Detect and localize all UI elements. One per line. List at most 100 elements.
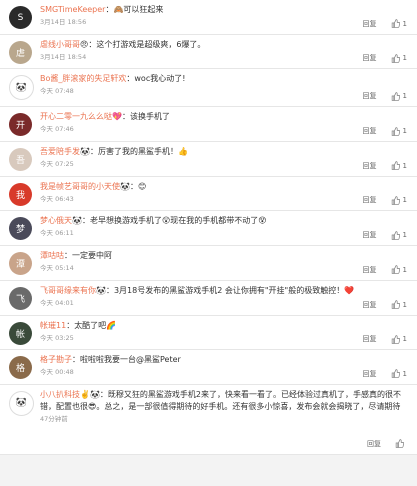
avatar[interactable]: 帐 — [9, 321, 32, 345]
avatar[interactable]: 吾 — [9, 148, 32, 172]
comment-line: 飞哥哥缘来有你🐼：3月18号发布的黑鲨游戏手机2 会让你拥有"开挂"般的极致触控… — [40, 285, 409, 297]
user-name-link[interactable]: 飞哥哥缘来有你 — [40, 286, 96, 295]
user-name-link[interactable]: 潭咕咕 — [40, 251, 64, 260]
like-count: 1 — [402, 92, 407, 101]
avatar[interactable]: 🐼 — [9, 390, 34, 416]
badge-emoji: ✌️🐼 — [80, 389, 100, 399]
comment-item: 🐼 小八扒科技✌️🐼：既穆又狂的黑鲨游戏手机2来了，快来看一看了。已经体验过真机了… — [0, 384, 417, 455]
like-button[interactable]: 1 — [391, 300, 407, 309]
like-button[interactable]: 1 — [391, 92, 407, 101]
comment-line: 梦心俄天🐼：老早想换游戏手机了😲现在我的手机都带不动了😵 — [40, 215, 409, 227]
avatar[interactable]: 虐 — [9, 40, 32, 64]
avatar[interactable]: 开 — [9, 113, 32, 137]
comment-item: 🐼 Bo酱_胖滚家的失足轩欢：woc我心动了! 今天 07:48 回复 1 — [0, 69, 417, 108]
reply-button[interactable]: 回复 — [363, 195, 377, 205]
like-count: 1 — [402, 300, 407, 309]
like-button[interactable]: 1 — [391, 54, 407, 63]
like-button[interactable]: 1 — [391, 161, 407, 171]
like-button[interactable]: 1 — [391, 265, 407, 275]
separator: ： — [64, 251, 72, 261]
user-name-link[interactable]: Bo酱_胖滚家的失足轩欢 — [40, 74, 126, 83]
reply-button[interactable]: 回复 — [363, 369, 377, 379]
like-count: 1 — [402, 54, 407, 63]
like-count: 1 — [402, 196, 407, 205]
thumbs-up-icon — [391, 196, 400, 205]
comment-line: SMGTimeKeeper：🙈可以狂起来 — [40, 4, 409, 16]
avatar[interactable]: 飞 — [9, 286, 32, 310]
like-button[interactable]: 1 — [391, 126, 407, 136]
reply-button[interactable]: 回复 — [363, 334, 377, 344]
like-button[interactable]: 1 — [391, 334, 407, 344]
comment-text: 太酷了吧🌈 — [74, 320, 117, 330]
comment-item: 吾吾爱陪手发🐼：厉害了我的黑鲨手机！👍 今天 07:25 回复 1 — [0, 142, 417, 177]
reply-button[interactable]: 回复 — [363, 300, 377, 310]
comment-actions: 回复 1 — [363, 369, 407, 379]
comment-text: woc我心动了! — [134, 74, 186, 84]
comment-actions: 回复 1 — [363, 91, 407, 101]
reply-button[interactable]: 回复 — [363, 265, 377, 275]
comment-line: 潭咕咕：一定要中阿 — [40, 250, 409, 262]
thumbs-up-icon — [391, 126, 400, 136]
timestamp: 3月14日 18:56 — [40, 18, 87, 26]
avatar[interactable]: 梦 — [9, 217, 32, 241]
user-name-link[interactable]: 我是帧艺哥哥的小天使 — [40, 182, 120, 191]
timestamp: 今天 07:48 — [40, 87, 74, 96]
user-name-link[interactable]: 帐璀11 — [40, 321, 66, 330]
like-button[interactable]: 1 — [391, 196, 407, 205]
comment-actions: 回复 — [367, 439, 407, 449]
timestamp: 今天 00:48 — [40, 368, 74, 377]
comment-item: 格格子勘子：啦啦啦我要一台@黑鲨Peter 今天 00:48 回复 1 — [0, 350, 417, 385]
user-name-link[interactable]: 格子勘子 — [40, 355, 72, 364]
reply-button[interactable]: 回复 — [363, 91, 377, 101]
comment-text: 一定要中阿 — [72, 251, 112, 261]
thumbs-up-icon — [391, 334, 400, 344]
like-button[interactable]: 1 — [391, 19, 407, 28]
timestamp: 今天 03:25 — [40, 333, 74, 342]
comment-text: ：老早想换游戏手机了😲现在我的手机都带不动了😵 — [81, 216, 267, 226]
like-button[interactable]: 1 — [391, 369, 407, 379]
like-count: 1 — [402, 231, 407, 240]
thumbs-up-icon — [391, 161, 400, 171]
reply-button[interactable]: 回复 — [363, 53, 377, 63]
user-name-link[interactable]: 开心二零一九么么哒 — [40, 112, 112, 121]
user-name-link[interactable]: SMGTimeKeeper — [40, 5, 105, 14]
comment-item: S SMGTimeKeeper：🙈可以狂起来 3月14日 18:56 回复 1 — [0, 0, 417, 35]
reply-button[interactable]: 回复 — [363, 161, 377, 171]
user-name-link[interactable]: 虐线小哥哥 — [40, 40, 80, 49]
comment-text: ：该换手机了 — [121, 112, 170, 122]
timestamp: 今天 05:14 — [40, 264, 74, 273]
user-name-link[interactable]: 小八扒科技 — [40, 390, 80, 399]
like-count: 1 — [402, 161, 407, 170]
comment-text: 可以狂起来 — [123, 5, 164, 14]
thumbs-up-icon — [391, 92, 400, 101]
timestamp: 今天 07:46 — [40, 125, 74, 134]
like-button[interactable] — [395, 439, 407, 449]
avatar[interactable]: 🐼 — [9, 75, 34, 101]
comment-item: 梦梦心俄天🐼：老早想换游戏手机了😲现在我的手机都带不动了😵 今天 06:11 回复 1 — [0, 211, 417, 247]
reply-button[interactable]: 回复 — [367, 439, 381, 449]
avatar[interactable]: S — [9, 6, 32, 29]
reply-button[interactable]: 回复 — [363, 19, 377, 29]
like-count: 1 — [402, 369, 407, 378]
separator: ： — [72, 355, 80, 365]
badge-emoji: 🙈 — [113, 5, 124, 14]
comment-text: ：😊 — [129, 181, 147, 191]
badge-emoji: 🐼 — [72, 216, 82, 226]
user-name-link[interactable]: 吾爱陪手发 — [40, 147, 80, 156]
avatar[interactable]: 我 — [9, 182, 32, 206]
like-button[interactable]: 1 — [391, 230, 407, 240]
avatar[interactable]: 潭 — [9, 252, 32, 276]
timestamp: 今天 06:43 — [40, 194, 74, 203]
user-name-link[interactable]: 梦心俄天 — [40, 216, 72, 225]
like-count: 1 — [402, 265, 407, 274]
reply-button[interactable]: 回复 — [363, 230, 377, 240]
thumbs-up-icon — [395, 439, 404, 449]
comment-item: 飞飞哥哥缘来有你🐼：3月18号发布的黑鲨游戏手机2 会让你拥有"开挂"般的极致触… — [0, 280, 417, 316]
badge-emoji: 🐼 — [120, 181, 130, 191]
comment-actions: 回复 1 — [363, 334, 407, 344]
avatar[interactable]: 格 — [9, 356, 32, 380]
reply-button[interactable]: 回复 — [363, 126, 377, 136]
comment-actions: 回复 1 — [363, 265, 407, 275]
comment-text: ：3月18号发布的黑鲨游戏手机2 会让你拥有"开挂"般的极致触控！❤️ — [105, 285, 355, 295]
comment-line: 开心二零一九么么哒💖：该换手机了 — [40, 111, 409, 123]
